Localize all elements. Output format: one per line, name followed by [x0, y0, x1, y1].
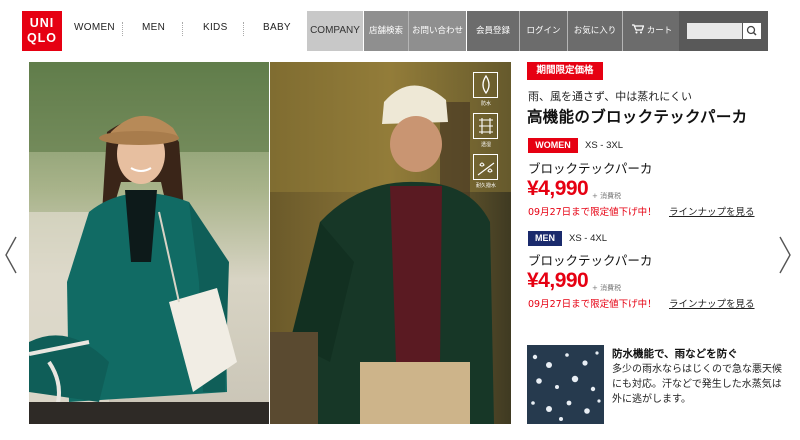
men-tag: MEN [528, 231, 562, 246]
search-button[interactable] [743, 23, 761, 39]
nav-company[interactable]: COMPANY [307, 11, 363, 51]
women-lineup-link[interactable]: ラインナップを見る [669, 204, 755, 218]
store-locator-link[interactable]: 店舗検索 [364, 11, 408, 51]
water-droplets-image [527, 345, 604, 424]
feature-description: 多少の雨水ならはじくので急な悪天候にも対応。汗などで発生した水蒸気は外に逃がしま… [612, 364, 782, 405]
nav-baby[interactable]: BABY [263, 22, 291, 33]
chevron-right-icon [779, 236, 791, 274]
women-product-name[interactable]: ブロックテックパーカ [528, 158, 652, 177]
login-link[interactable]: ログイン [520, 11, 567, 51]
water-repellent-label: 耐久撥水 [475, 183, 496, 189]
women-size-range: XS - 3XL [585, 140, 624, 151]
chevron-left-icon [5, 236, 17, 274]
cart-icon [632, 24, 645, 34]
women-tax-note: + 消費税 [592, 192, 622, 200]
women-deadline-note: 09月27日まで限定値下げ中！ [528, 207, 657, 218]
favorites-link[interactable]: お気に入り [568, 11, 622, 51]
breathable-icon [473, 113, 498, 139]
logo-line-2: QLO [26, 31, 58, 45]
nav-divider [243, 22, 244, 36]
nav-women[interactable]: WOMEN [74, 22, 115, 33]
cart-link[interactable]: カート [623, 11, 679, 51]
men-tax-note: + 消費税 [592, 284, 622, 292]
carousel-prev-button[interactable] [3, 235, 19, 275]
feature-icon-column: 防水 透湿 耐久撥水 [473, 72, 499, 195]
men-lineup-link[interactable]: ラインナップを見る [669, 296, 755, 310]
men-product-name[interactable]: ブロックテックパーカ [528, 250, 652, 269]
logo-line-1: UNI [29, 16, 55, 30]
carousel-next-button[interactable] [777, 235, 793, 275]
men-deadline-note: 09月27日まで限定値下げ中！ [528, 299, 657, 310]
nav-divider [182, 22, 183, 36]
search-icon [746, 25, 757, 36]
nav-divider [122, 22, 123, 36]
search-input[interactable] [687, 23, 742, 39]
promo-title: 高機能のブロックテックパーカ [527, 108, 748, 126]
women-price: ¥4,990 [527, 177, 589, 200]
women-tag: WOMEN [528, 138, 578, 153]
limited-price-badge: 期間限定価格 [527, 62, 603, 80]
nav-men[interactable]: MEN [142, 22, 165, 33]
site-header: UNI QLO WOMEN MEN KIDS BABY COMPANY 店舗検索… [0, 0, 800, 62]
contact-link[interactable]: お問い合わせ [409, 11, 466, 51]
breathable-label: 透湿 [480, 142, 491, 148]
feature-title: 防水機能で、雨などを防ぐ [612, 348, 738, 360]
promo-subcopy: 雨、風を通さず、中は蒸れにくい [528, 90, 693, 103]
waterproof-label: 防水 [480, 101, 491, 107]
waterproof-icon [473, 72, 498, 98]
uniqlo-logo[interactable]: UNI QLO [22, 11, 62, 51]
nav-kids[interactable]: KIDS [203, 22, 228, 33]
hero-photo-women[interactable] [29, 62, 269, 424]
cart-label: カート [646, 26, 673, 36]
men-price: ¥4,990 [527, 269, 589, 292]
register-link[interactable]: 会員登録 [467, 11, 519, 51]
water-repellent-icon [473, 154, 498, 180]
men-size-range: XS - 4XL [569, 233, 608, 244]
